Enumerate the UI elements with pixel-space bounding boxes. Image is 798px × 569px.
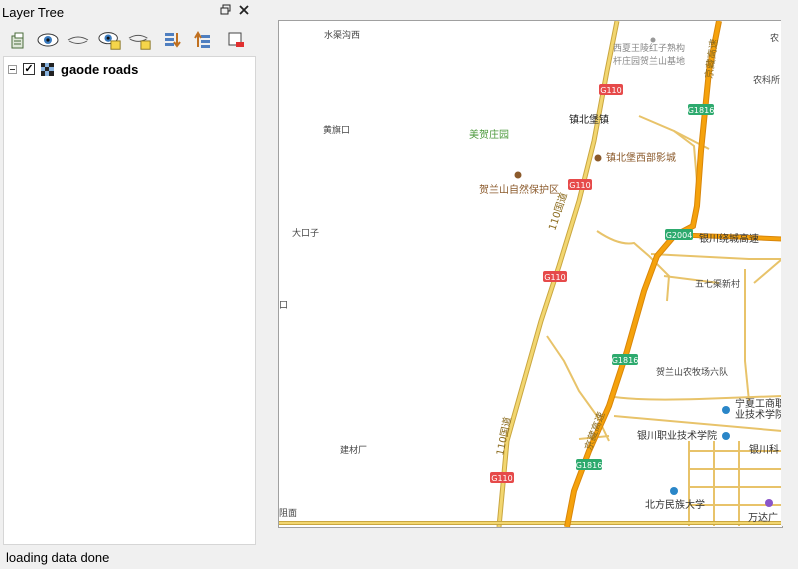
layer-name: gaode roads bbox=[61, 61, 139, 77]
collapse-toggle-icon[interactable] bbox=[8, 64, 17, 74]
place-label: 镇北堡西部影城 bbox=[606, 151, 676, 164]
add-group-icon[interactable] bbox=[6, 28, 30, 52]
place-label: 美贺庄园 bbox=[469, 128, 509, 141]
place-label: 西夏王陵红子熟构 bbox=[613, 42, 685, 54]
shield-label: G110 bbox=[491, 474, 512, 483]
hide-selected-layers-icon[interactable] bbox=[128, 28, 152, 52]
place-label: 建材厂 bbox=[340, 444, 367, 456]
place-label: 阻面 bbox=[279, 508, 297, 519]
place-label: 银川职业技术学院 bbox=[637, 429, 717, 442]
layer-row[interactable]: ✓ gaode roads bbox=[8, 61, 138, 77]
collapse-all-icon[interactable] bbox=[192, 28, 216, 52]
raster-layer-icon bbox=[41, 62, 54, 76]
poi-dot-icon bbox=[650, 37, 656, 43]
remove-layer-icon[interactable] bbox=[224, 28, 248, 52]
shield-label: G110 bbox=[569, 181, 590, 190]
expand-all-icon[interactable] bbox=[160, 28, 184, 52]
poi-school-icon bbox=[670, 487, 678, 495]
place-label: 口 bbox=[279, 301, 288, 311]
hide-all-layers-icon[interactable] bbox=[66, 28, 90, 52]
place-label: 农科所 bbox=[753, 74, 780, 86]
panel-title: Layer Tree bbox=[2, 5, 65, 20]
restore-window-icon[interactable] bbox=[219, 4, 233, 18]
place-label: 万达广 bbox=[748, 512, 778, 524]
place-label: 贺兰山自然保护区 bbox=[479, 183, 559, 196]
place-label: 水渠沟西 bbox=[324, 29, 360, 41]
place-label: 业技术学院 bbox=[735, 408, 782, 421]
shield-label: G2004 bbox=[666, 231, 693, 240]
layer-visibility-checkbox[interactable]: ✓ bbox=[23, 63, 35, 75]
place-label: 大口子 bbox=[292, 227, 319, 239]
close-icon[interactable] bbox=[237, 4, 251, 18]
shield-label: G110 bbox=[544, 273, 565, 282]
poi-school-icon bbox=[722, 432, 730, 440]
shield-label: G1816 bbox=[576, 461, 603, 470]
minor-road bbox=[753, 258, 782, 284]
poi-mall-icon bbox=[765, 499, 773, 507]
minor-road bbox=[650, 253, 782, 260]
shield-label: G110 bbox=[600, 86, 621, 95]
minor-road bbox=[744, 269, 750, 402]
place-label: 宁夏工商职 bbox=[735, 397, 782, 410]
road-name-label: 京藏高速 bbox=[702, 38, 720, 79]
place-label: 农 bbox=[770, 32, 779, 44]
layer-tree: ✓ gaode roads bbox=[3, 56, 256, 545]
place-label: 北方民族大学 bbox=[645, 498, 705, 511]
poi-building-icon bbox=[594, 154, 602, 162]
poi-building-icon bbox=[514, 171, 522, 179]
place-label: 贺兰山农牧场六队 bbox=[656, 366, 728, 378]
status-text: loading data done bbox=[6, 550, 110, 565]
show-all-layers-icon[interactable] bbox=[36, 28, 60, 52]
place-label: 镇北堡镇 bbox=[569, 113, 609, 126]
poi-school-icon bbox=[722, 406, 730, 414]
place-label: 银川科 bbox=[749, 443, 779, 456]
minor-road bbox=[596, 230, 671, 302]
place-label: 杆庄园贺兰山基地 bbox=[613, 55, 685, 67]
place-label: 黄旗口 bbox=[323, 124, 350, 136]
minor-road bbox=[689, 450, 782, 506]
window-edge bbox=[781, 20, 798, 526]
place-label: 五七渠新村 bbox=[695, 278, 740, 290]
road-name-label: 110国道 bbox=[545, 191, 569, 232]
show-selected-layers-icon[interactable] bbox=[98, 28, 122, 52]
shield-label: G1816 bbox=[688, 106, 715, 115]
place-label: 银川绕城高速 bbox=[699, 232, 759, 245]
map-canvas[interactable]: G110 G1816 G110 G2004 G110 G1816 G1816 G… bbox=[278, 20, 783, 528]
shield-label: G1816 bbox=[612, 356, 639, 365]
